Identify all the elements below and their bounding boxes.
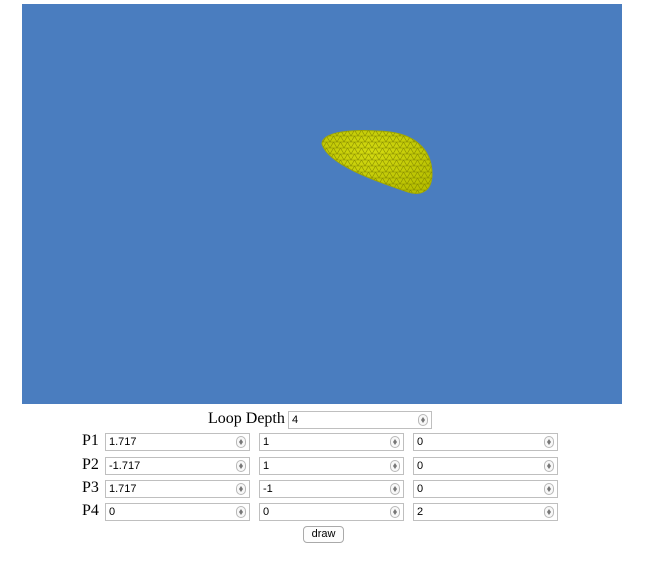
coord-value: -1 [263,483,273,495]
stepper-icon[interactable] [390,460,400,472]
render-canvas[interactable] [22,4,622,404]
point-3-coord-1-input[interactable]: 1.717 [105,480,250,498]
point-label-3: P3 [82,479,99,496]
point-2-coord-3-input[interactable]: 0 [413,457,558,475]
point-3-coord-2-input[interactable]: -1 [259,480,404,498]
point-label-2: P2 [82,456,99,473]
point-label-4: P4 [82,502,99,519]
point-3-coord-3-input[interactable]: 0 [413,480,558,498]
subdivided-surface [321,130,433,194]
point-2-coord-2-input[interactable]: 1 [259,457,404,475]
point-4-coord-1-input[interactable]: 0 [105,503,250,521]
mesh-viewport [321,130,433,194]
stepper-icon[interactable] [544,436,554,448]
coord-value: 2 [417,506,424,518]
stepper-icon[interactable] [236,483,246,495]
stepper-icon[interactable] [544,483,554,495]
loop-depth-value: 4 [292,414,299,426]
stepper-icon[interactable] [390,483,400,495]
point-4-coord-2-input[interactable]: 0 [259,503,404,521]
coord-value: 1.717 [109,436,137,448]
coord-value: 0 [417,436,424,448]
coord-value: 1.717 [109,483,137,495]
coord-value: 0 [263,506,270,518]
point-1-coord-3-input[interactable]: 0 [413,433,558,451]
point-1-coord-2-input[interactable]: 1 [259,433,404,451]
draw-button[interactable]: draw [303,526,344,543]
stepper-icon[interactable] [544,506,554,518]
stepper-icon[interactable] [418,414,428,426]
stepper-icon[interactable] [236,460,246,472]
stepper-icon[interactable] [236,506,246,518]
coord-value: 1 [263,460,270,472]
loop-depth-label: Loop Depth [208,410,285,427]
coord-value: 0 [417,460,424,472]
point-2-coord-1-input[interactable]: -1.717 [105,457,250,475]
stepper-icon[interactable] [390,506,400,518]
point-1-coord-1-input[interactable]: 1.717 [105,433,250,451]
coord-value: 1 [263,436,270,448]
coord-value: 0 [109,506,116,518]
coord-value: -1.717 [109,460,141,472]
stepper-icon[interactable] [236,436,246,448]
coord-value: 0 [417,483,424,495]
loop-depth-input[interactable]: 4 [288,411,432,429]
point-label-1: P1 [82,432,99,449]
stepper-icon[interactable] [544,460,554,472]
point-4-coord-3-input[interactable]: 2 [413,503,558,521]
stepper-icon[interactable] [390,436,400,448]
